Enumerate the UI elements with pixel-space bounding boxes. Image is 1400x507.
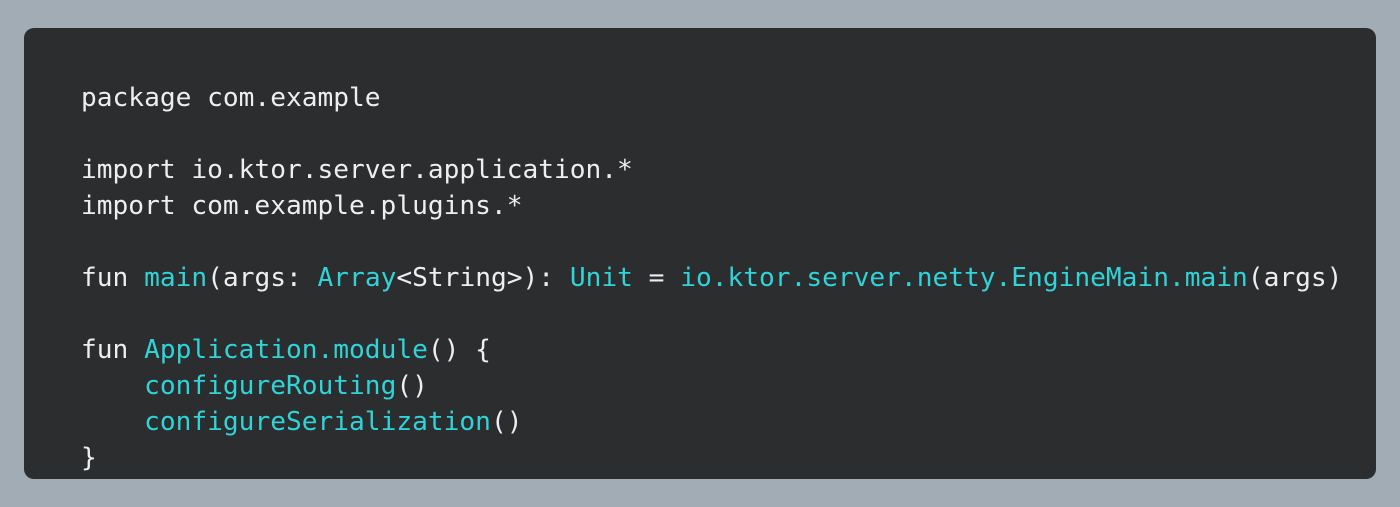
code-identifier: Array [317, 263, 397, 293]
code-block[interactable]: package com.example import io.ktor.server… [81, 80, 1376, 476]
code-line: import io.ktor.server.application.* [81, 152, 1376, 188]
code-line: fun Application.module() { [81, 332, 1376, 368]
code-line: configureSerialization() [81, 404, 1376, 440]
code-line: configureRouting() [81, 368, 1376, 404]
code-text: import io.ktor.server.application.* [81, 155, 633, 185]
code-text: import com.example.plugins.* [81, 191, 523, 221]
code-text: () [396, 371, 428, 401]
code-text: fun [81, 335, 145, 365]
code-line: package com.example [81, 80, 1376, 116]
code-line: import com.example.plugins.* [81, 188, 1376, 224]
code-text: = [632, 263, 681, 293]
code-line: } [81, 440, 1376, 476]
code-window: package com.example import io.ktor.server… [24, 28, 1376, 479]
code-identifier: main [144, 263, 208, 293]
code-text: (args) [1247, 263, 1343, 293]
code-text: <String>): [396, 263, 570, 293]
code-identifier: Application.module [144, 335, 428, 365]
code-text: } [81, 443, 97, 473]
code-text: () [490, 407, 523, 437]
code-text: (args: [207, 263, 318, 293]
code-text: () { [427, 335, 491, 365]
code-identifier: Unit [569, 263, 633, 293]
code-identifier: configureRouting [144, 371, 397, 401]
code-text: fun [81, 263, 145, 293]
code-line: fun main(args: Array<String>): Unit = io… [81, 260, 1376, 296]
code-text: package com.example [81, 83, 381, 113]
code-identifier: configureSerialization [144, 407, 491, 437]
code-identifier: io.ktor.server.netty.EngineMain.main [680, 263, 1248, 293]
